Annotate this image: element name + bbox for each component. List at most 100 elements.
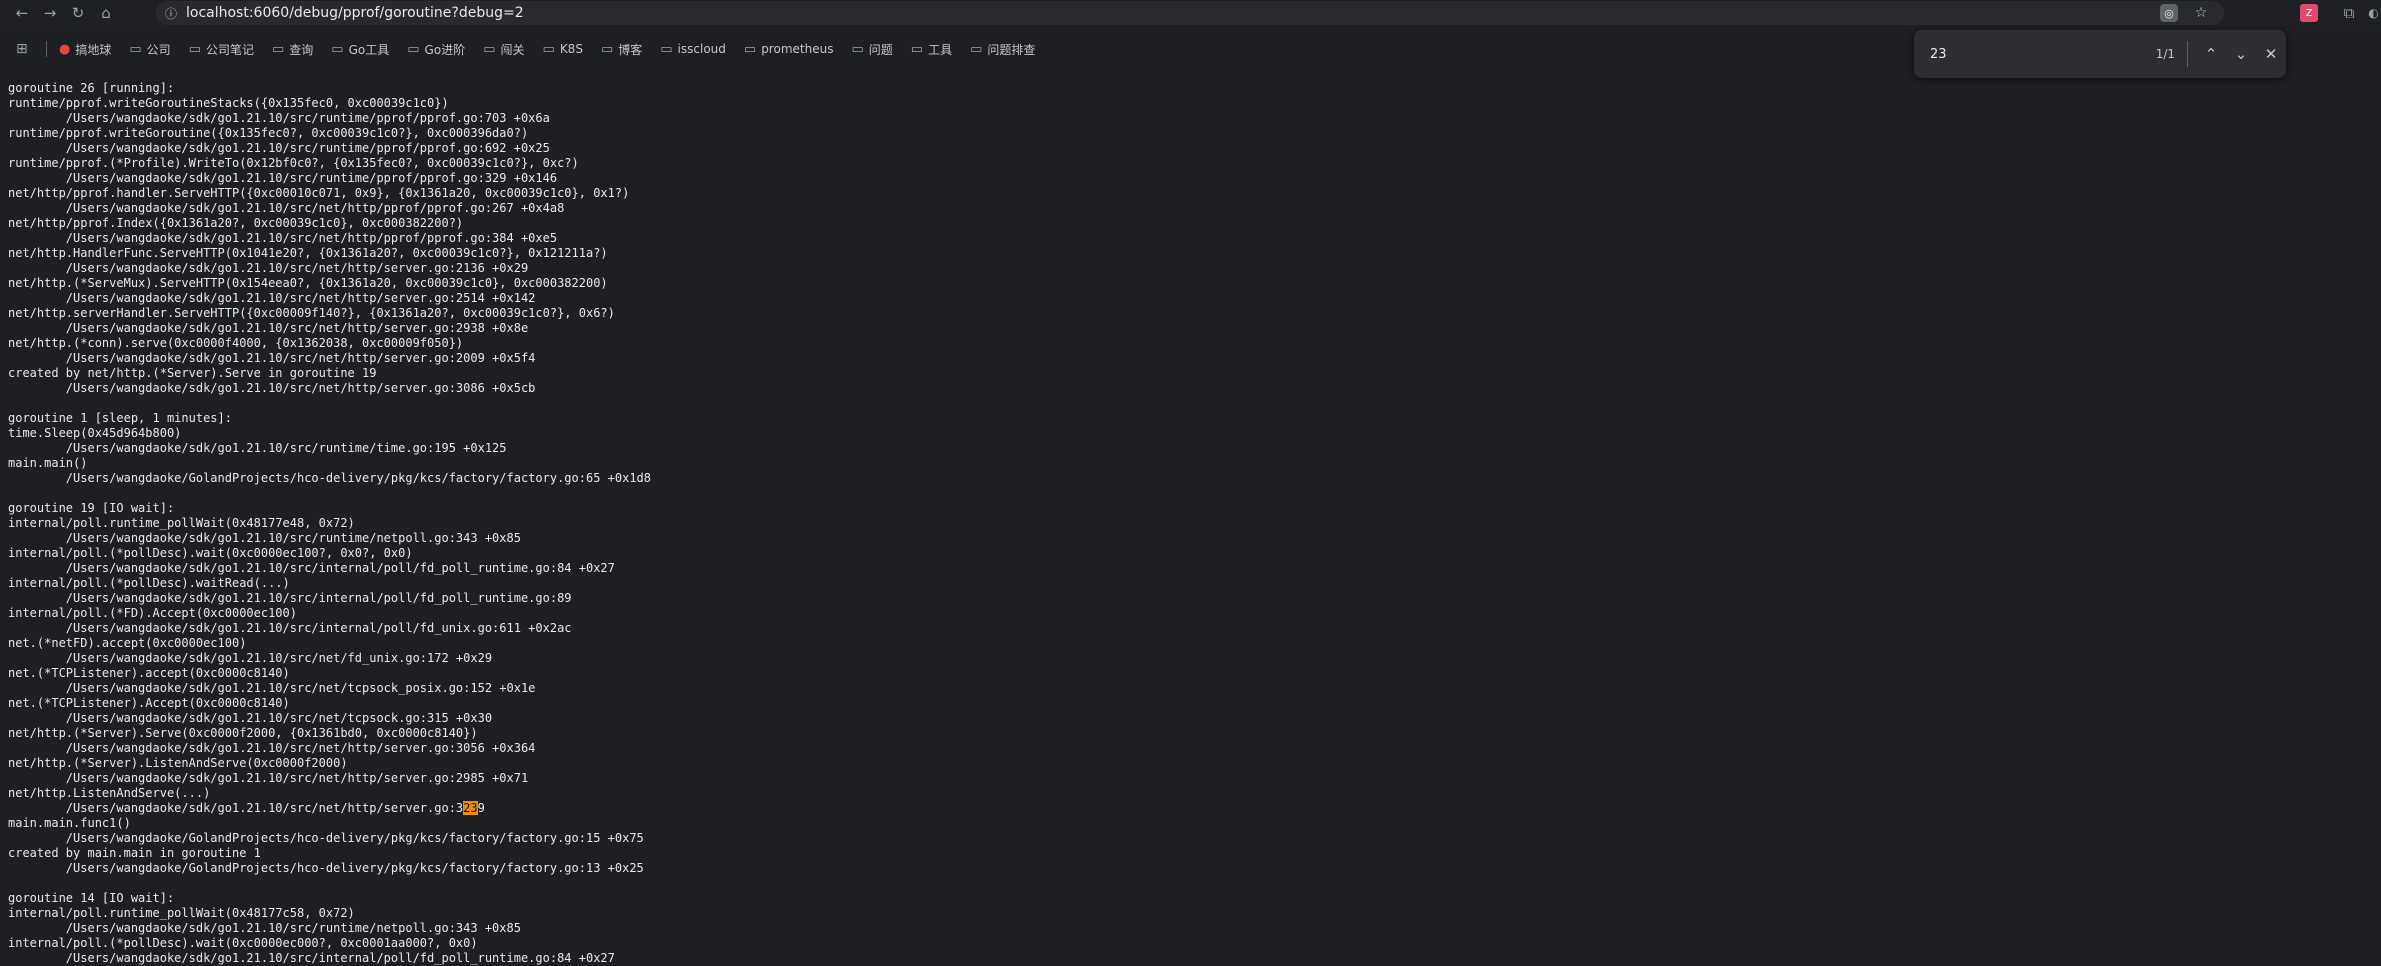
stack-line: goroutine 26 [running]: bbox=[8, 81, 175, 95]
find-close-button[interactable]: ✕ bbox=[2256, 39, 2286, 69]
stack-line bbox=[8, 486, 651, 501]
folder-icon: ▭ bbox=[910, 41, 924, 57]
stack-line: goroutine 19 [IO wait]: bbox=[8, 501, 175, 515]
find-match-highlight: 23 bbox=[463, 801, 478, 815]
find-match-count: 1/1 bbox=[2155, 47, 2175, 61]
home-icon: ⌂ bbox=[101, 4, 111, 22]
bookmark-label: 博客 bbox=[618, 42, 643, 57]
chevron-up-icon: ⌃ bbox=[2204, 45, 2218, 63]
stack-line: net.(*TCPListener).accept(0xc0000c8140) bbox=[8, 666, 290, 680]
url-text[interactable]: localhost:6060/debug/pprof/goroutine?deb… bbox=[186, 5, 524, 21]
folder-icon: ▭ bbox=[660, 41, 673, 57]
folder-icon: ▭ bbox=[331, 41, 344, 57]
stack-line: internal/poll.(*pollDesc).wait(0xc0000ec… bbox=[8, 546, 413, 560]
bookmark-item[interactable]: ▭ 公司 bbox=[129, 41, 170, 58]
bookmark-item[interactable]: ▭ Go工具 bbox=[331, 41, 389, 58]
bookmark-label: K8S bbox=[559, 42, 583, 56]
find-divider bbox=[2187, 41, 2188, 67]
profile-icon[interactable]: ◐ bbox=[2366, 4, 2381, 22]
forward-button[interactable]: → bbox=[36, 0, 64, 26]
find-next-button[interactable]: ⌄ bbox=[2226, 39, 2256, 69]
bookmark-label: prometheus bbox=[761, 42, 834, 56]
bookmark-item[interactable]: ▭ isscloud bbox=[660, 42, 726, 57]
bookmark-item[interactable]: ▭ 查询 bbox=[272, 41, 313, 58]
stack-line: /Users/wangdaoke/sdk/go1.21.10/src/runti… bbox=[8, 171, 558, 185]
stack-line: /Users/wangdaoke/sdk/go1.21.10/src/net/h… bbox=[8, 351, 536, 365]
stack-line: runtime/pprof.writeGoroutine({0x135fec0?… bbox=[8, 126, 529, 140]
stack-line: net/http/pprof.handler.ServeHTTP({0xc000… bbox=[8, 186, 630, 200]
bookmark-item[interactable]: ▭ 闯关 bbox=[483, 41, 524, 58]
stack-line: net/http.(*ServeMux).ServeHTTP(0x154eea0… bbox=[8, 276, 608, 290]
stack-line: /Users/wangdaoke/GolandProjects/hco-deli… bbox=[8, 861, 644, 875]
stack-line: net/http.ListenAndServe(...) bbox=[8, 786, 211, 800]
stack-line: /Users/wangdaoke/sdk/go1.21.10/src/net/f… bbox=[8, 651, 493, 665]
bookmark-label: 闯关 bbox=[500, 42, 525, 57]
site-favicon-icon: ● bbox=[59, 41, 71, 57]
stack-line: net/http/pprof.Index({0x1361a20?, 0xc000… bbox=[8, 216, 464, 230]
reload-button[interactable]: ↻ bbox=[64, 0, 92, 26]
stack-line-after-match: 9 bbox=[477, 801, 485, 815]
stack-line: /Users/wangdaoke/sdk/go1.21.10/src/inter… bbox=[8, 561, 615, 575]
stack-line: net/http.serverHandler.ServeHTTP({0xc000… bbox=[8, 306, 615, 320]
stack-line: main.main.func1() bbox=[8, 816, 131, 830]
bookmark-item[interactable]: ▭ K8S bbox=[543, 42, 583, 57]
stack-line: /Users/wangdaoke/sdk/go1.21.10/src/net/h… bbox=[8, 231, 558, 245]
stack-line: /Users/wangdaoke/sdk/go1.21.10/src/inter… bbox=[8, 591, 572, 605]
site-info-icon[interactable]: ⓘ bbox=[156, 5, 186, 22]
stack-line: /Users/wangdaoke/sdk/go1.21.10/src/runti… bbox=[8, 531, 521, 545]
stack-line: /Users/wangdaoke/sdk/go1.21.10/src/net/h… bbox=[8, 321, 529, 335]
bookmark-item[interactable]: ▭ prometheus bbox=[744, 42, 834, 57]
chevron-down-icon: ⌄ bbox=[2234, 45, 2248, 63]
find-bar: 1/1 ⌃ ⌄ ✕ bbox=[1914, 30, 2286, 78]
goroutine-dump: goroutine 26 [running]: runtime/pprof.wri… bbox=[8, 81, 651, 966]
bookmarks-divider bbox=[46, 41, 47, 57]
stack-line: /Users/wangdaoke/sdk/go1.21.10/src/runti… bbox=[8, 921, 521, 935]
stack-line bbox=[8, 876, 651, 891]
stack-line: /Users/wangdaoke/GolandProjects/hco-deli… bbox=[8, 471, 651, 485]
arrow-right-icon: → bbox=[43, 4, 57, 22]
bookmark-item[interactable]: ▭ 公司笔记 bbox=[189, 41, 254, 58]
reload-icon: ↻ bbox=[71, 4, 85, 22]
bookmark-list: ● 搞地球 ▭ 公司 ▭ 公司笔记 ▭ 查询 ▭ Go工具 ▭ Go进阶 ▭ 闯关 ▭ K8S ▭ 博客 ▭ issc… bbox=[59, 41, 1053, 58]
bookmark-item[interactable]: ▭ Go进阶 bbox=[407, 41, 465, 58]
stack-line: net/http.HandlerFunc.ServeHTTP(0x1041e20… bbox=[8, 246, 608, 260]
back-button[interactable]: ← bbox=[8, 0, 36, 26]
bookmark-item[interactable]: ▭ 问题 bbox=[851, 41, 892, 58]
stack-line: /Users/wangdaoke/sdk/go1.21.10/src/net/t… bbox=[8, 711, 493, 725]
stack-line-before-match: /Users/wangdaoke/sdk/go1.21.10/src/net/h… bbox=[8, 801, 464, 815]
stack-line: /Users/wangdaoke/sdk/go1.21.10/src/net/h… bbox=[8, 201, 565, 215]
folder-icon: ▭ bbox=[743, 41, 757, 57]
find-previous-button[interactable]: ⌃ bbox=[2196, 39, 2226, 69]
folder-icon: ▭ bbox=[970, 41, 983, 57]
address-bar[interactable]: ⓘ localhost:6060/debug/pprof/goroutine?d… bbox=[156, 1, 2224, 25]
stack-line: internal/poll.(*FD).Accept(0xc0000ec100) bbox=[8, 606, 297, 620]
arrow-left-icon: ← bbox=[15, 4, 29, 22]
apps-grid-icon[interactable]: ⊞ bbox=[16, 41, 36, 57]
bookmark-item[interactable]: ▭ 问题排查 bbox=[970, 41, 1035, 58]
bookmark-label: Go进阶 bbox=[424, 42, 466, 57]
bookmark-label: 查询 bbox=[289, 42, 314, 57]
bookmark-item[interactable]: ▭ 工具 bbox=[911, 41, 952, 58]
stack-line: /Users/wangdaoke/sdk/go1.21.10/src/net/h… bbox=[8, 381, 536, 395]
stack-line: created by main.main in goroutine 1 bbox=[8, 846, 261, 860]
bookmark-star-icon[interactable]: ☆ bbox=[2192, 4, 2210, 22]
extensions-puzzle-icon[interactable]: ⧉ bbox=[2340, 4, 2358, 22]
stack-line: internal/poll.runtime_pollWait(0x48177c5… bbox=[8, 906, 355, 920]
stack-line: main.main() bbox=[8, 456, 88, 470]
close-icon: ✕ bbox=[2264, 45, 2278, 63]
bookmark-item[interactable]: ▭ 博客 bbox=[601, 41, 642, 58]
stack-line: time.Sleep(0x45d964b800) bbox=[8, 426, 182, 440]
folder-icon: ▭ bbox=[851, 41, 864, 57]
stack-line: net/http.(*Server).Serve(0xc0000f2000, {… bbox=[8, 726, 478, 740]
folder-icon: ▭ bbox=[483, 41, 496, 57]
google-lens-icon[interactable]: ◎ bbox=[2160, 4, 2178, 22]
find-input[interactable] bbox=[1928, 45, 2112, 63]
extension-icon[interactable]: Z bbox=[2300, 4, 2318, 22]
stack-line: /Users/wangdaoke/GolandProjects/hco-deli… bbox=[8, 831, 644, 845]
bookmark-label: 公司 bbox=[146, 42, 171, 57]
bookmark-item[interactable]: ● 搞地球 bbox=[59, 41, 111, 58]
bookmark-label: isscloud bbox=[677, 42, 726, 56]
bookmarks-bar: ⊞ ● 搞地球 ▭ 公司 ▭ 公司笔记 ▭ 查询 ▭ Go工具 ▭ Go进阶 ▭ 闯关 ▭ K8S ▭ 博客 ▭ is… bbox=[0, 36, 1900, 62]
stack-line bbox=[8, 396, 651, 411]
home-button[interactable]: ⌂ bbox=[92, 0, 120, 26]
